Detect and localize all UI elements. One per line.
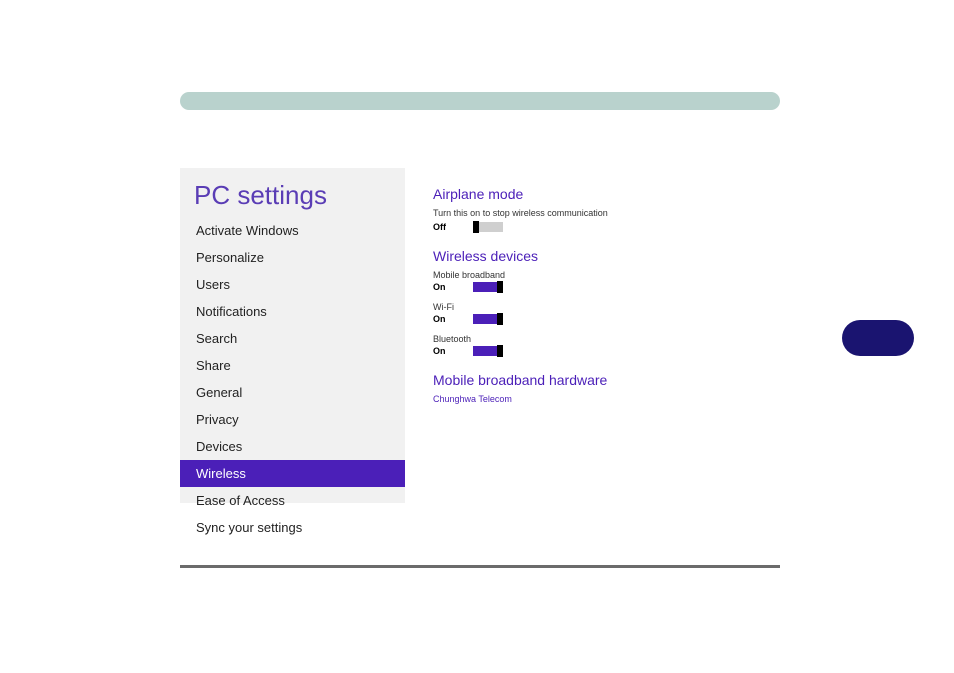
sidebar-item-personalize[interactable]: Personalize	[180, 244, 405, 271]
mobile-hw-provider-link[interactable]: Chunghwa Telecom	[433, 394, 760, 404]
device-mobile-broadband: Mobile broadband On	[433, 270, 760, 292]
wireless-devices-title: Wireless devices	[433, 248, 760, 264]
sidebar-item-search[interactable]: Search	[180, 325, 405, 352]
sidebar-item-privacy[interactable]: Privacy	[180, 406, 405, 433]
sidebar-item-notifications[interactable]: Notifications	[180, 298, 405, 325]
device-toggle-row: On	[433, 346, 760, 356]
toggle-handle	[497, 281, 503, 293]
toggle-handle	[473, 221, 479, 233]
device-label: Wi-Fi	[433, 302, 760, 312]
device-state: On	[433, 282, 455, 292]
device-wifi: Wi-Fi On	[433, 302, 760, 324]
airplane-mode-section: Airplane mode Turn this on to stop wirel…	[433, 186, 760, 232]
sidebar-item-devices[interactable]: Devices	[180, 433, 405, 460]
mobile-broadband-hardware-section: Mobile broadband hardware Chunghwa Telec…	[433, 372, 760, 404]
sidebar-item-ease-of-access[interactable]: Ease of Access	[180, 487, 405, 514]
airplane-mode-toggle[interactable]	[473, 222, 503, 232]
sidebar-item-wireless[interactable]: Wireless	[180, 460, 405, 487]
device-label: Mobile broadband	[433, 270, 760, 280]
device-toggle-row: On	[433, 282, 760, 292]
device-state: On	[433, 314, 455, 324]
sidebar-title: PC settings	[180, 168, 405, 217]
sidebar-item-users[interactable]: Users	[180, 271, 405, 298]
pc-settings-panel: PC settings Activate Windows Personalize…	[180, 168, 760, 503]
sidebar-item-share[interactable]: Share	[180, 352, 405, 379]
top-bar	[180, 92, 780, 110]
content-pane: Airplane mode Turn this on to stop wirel…	[405, 168, 760, 503]
airplane-mode-title: Airplane mode	[433, 186, 760, 202]
sidebar-item-sync-your-settings[interactable]: Sync your settings	[180, 514, 405, 541]
device-toggle-row: On	[433, 314, 760, 324]
bottom-divider	[180, 565, 780, 568]
device-bluetooth: Bluetooth On	[433, 334, 760, 356]
toggle-handle	[497, 313, 503, 325]
mobile-hw-title: Mobile broadband hardware	[433, 372, 760, 388]
device-label: Bluetooth	[433, 334, 760, 344]
device-state: On	[433, 346, 455, 356]
sidebar-item-activate-windows[interactable]: Activate Windows	[180, 217, 405, 244]
bluetooth-toggle[interactable]	[473, 346, 503, 356]
sidebar: PC settings Activate Windows Personalize…	[180, 168, 405, 503]
airplane-mode-toggle-row: Off	[433, 222, 760, 232]
wifi-toggle[interactable]	[473, 314, 503, 324]
toggle-handle	[497, 345, 503, 357]
wireless-devices-section: Wireless devices Mobile broadband On Wi-…	[433, 248, 760, 356]
airplane-mode-desc: Turn this on to stop wireless communicat…	[433, 208, 760, 218]
sidebar-item-general[interactable]: General	[180, 379, 405, 406]
airplane-mode-state: Off	[433, 222, 455, 232]
mobile-broadband-toggle[interactable]	[473, 282, 503, 292]
side-pill[interactable]	[842, 320, 914, 356]
